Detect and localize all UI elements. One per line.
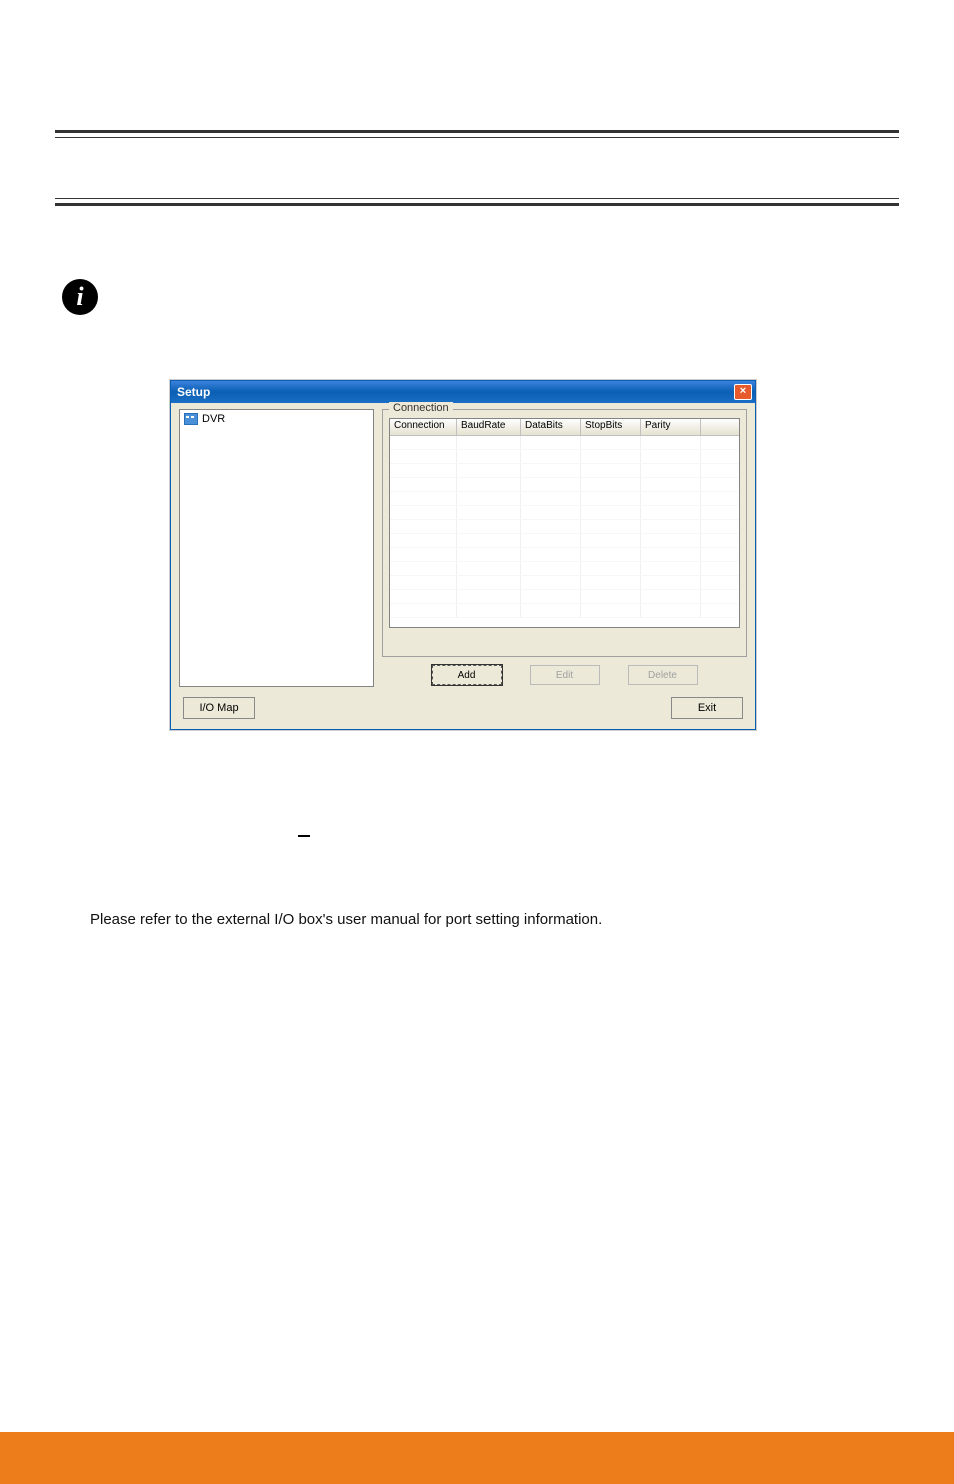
grid-body	[390, 436, 739, 628]
tree-item-dvr[interactable]: DVR	[182, 412, 371, 426]
fieldset-legend: Connection	[389, 402, 453, 414]
col-spacer	[701, 419, 739, 436]
delete-button: Delete	[628, 665, 698, 685]
dash-mark	[298, 835, 310, 837]
footer-bar	[0, 1432, 954, 1484]
tree-panel[interactable]: DVR	[179, 409, 374, 687]
exit-button[interactable]: Exit	[671, 697, 743, 719]
col-databits[interactable]: DataBits	[521, 419, 581, 436]
dvr-icon	[184, 413, 198, 425]
tree-item-label: DVR	[202, 413, 225, 425]
col-parity[interactable]: Parity	[641, 419, 701, 436]
connection-grid[interactable]: Connection BaudRate DataBits StopBits Pa…	[389, 418, 740, 628]
col-connection[interactable]: Connection	[390, 419, 457, 436]
info-icon: i	[62, 279, 98, 315]
titlebar: Setup ×	[171, 381, 755, 403]
close-icon[interactable]: ×	[734, 384, 752, 400]
body-paragraph: Please refer to the external I/O box's u…	[90, 911, 602, 928]
window-title: Setup	[177, 385, 210, 399]
setup-dialog: Setup × DVR Connection Connection BaudRa…	[170, 380, 756, 730]
iomap-button[interactable]: I/O Map	[183, 697, 255, 719]
col-baudrate[interactable]: BaudRate	[457, 419, 521, 436]
edit-button: Edit	[530, 665, 600, 685]
col-stopbits[interactable]: StopBits	[581, 419, 641, 436]
connection-fieldset: Connection Connection BaudRate DataBits …	[382, 409, 747, 657]
add-button[interactable]: Add	[432, 665, 502, 685]
